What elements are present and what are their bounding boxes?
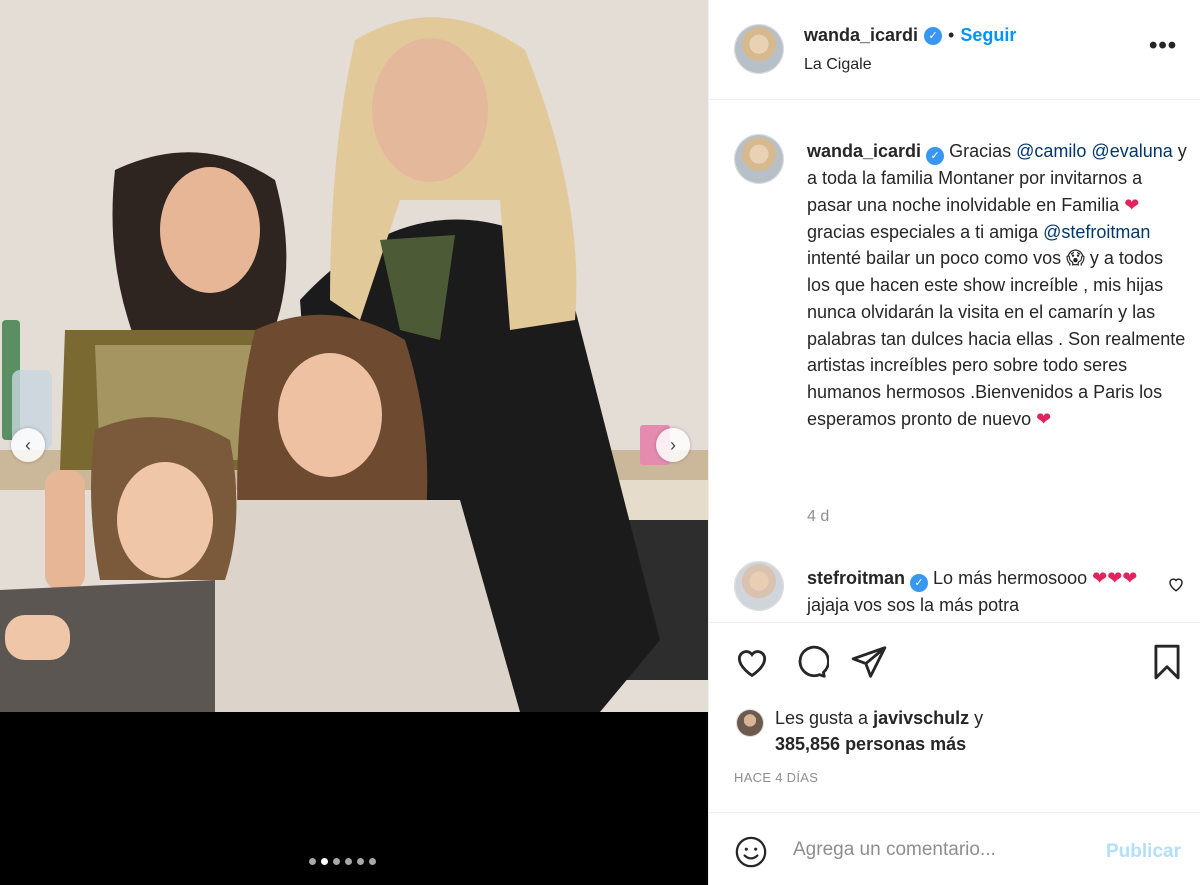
post-header: wanda_icardi ✓ • Seguir La Cigale ••• [709, 0, 1200, 100]
post-caption: wanda_icardi ✓ Gracias @camilo @evaluna … [807, 138, 1187, 432]
chevron-left-icon: ‹ [25, 434, 31, 455]
post-location[interactable]: La Cigale [804, 56, 872, 74]
hearts-emoji: ❤❤❤ [1092, 568, 1138, 588]
likes-suffix: y [969, 708, 984, 728]
previous-photo-button[interactable]: ‹ [11, 428, 45, 462]
caption-timestamp[interactable]: 4 d [807, 508, 829, 526]
mention-link[interactable]: @stefroitman [1043, 222, 1150, 242]
bookmark-icon[interactable] [1148, 643, 1186, 681]
scream-emoji: 😱 [1066, 248, 1085, 269]
heart-icon [1169, 578, 1183, 592]
author-line: wanda_icardi ✓ • Seguir [804, 25, 1016, 46]
action-bar [709, 622, 1200, 704]
verified-badge-icon: ✓ [910, 574, 929, 593]
chevron-right-icon: › [670, 434, 676, 455]
post-photo[interactable]: ‹ › [0, 0, 708, 712]
separator: • [948, 25, 955, 45]
carousel-dot [333, 858, 340, 865]
caption-text: y a todos los que hacen este show increí… [807, 248, 1186, 429]
likes-prefix: Les gusta a [775, 708, 874, 728]
caption-text: gracias especiales a ti amiga [807, 221, 1044, 242]
share-icon[interactable] [850, 643, 888, 681]
photo-illustration [0, 0, 708, 712]
commenter-avatar[interactable] [734, 561, 784, 611]
likes-summary: Les gusta a javivschulz y 385,856 person… [734, 704, 1184, 764]
caption-text: intenté bailar un poco como vos [807, 248, 1067, 269]
comment-like-button[interactable] [1167, 575, 1185, 598]
emoji-icon[interactable] [734, 835, 768, 869]
carousel-dot [309, 858, 316, 865]
caption-author-avatar[interactable] [734, 134, 784, 184]
carousel-dot-active [321, 858, 328, 865]
verified-badge-icon: ✓ [926, 147, 945, 166]
heart-emoji: ❤ [1036, 408, 1052, 429]
liker-avatar[interactable] [736, 709, 764, 737]
commenter-username[interactable]: stefroitman [807, 568, 905, 588]
mention-link[interactable]: @evaluna [1091, 141, 1172, 161]
post-details-panel: wanda_icardi ✓ • Seguir La Cigale ••• wa… [708, 0, 1200, 885]
comment-text: Lo más hermosooo [933, 568, 1093, 588]
comment: stefroitman ✓ Lo más hermosooo ❤❤❤ jajaj… [807, 565, 1147, 619]
add-comment-bar: Publicar [709, 812, 1200, 885]
publish-button[interactable]: Publicar [1106, 841, 1181, 863]
heart-emoji: ❤ [1124, 195, 1140, 216]
next-photo-button[interactable]: › [656, 428, 690, 462]
liker-username[interactable]: javivschulz [873, 708, 969, 728]
comment-text: jajaja vos sos la más potra [807, 595, 1020, 616]
likes-count[interactable]: 385,856 personas más [775, 734, 966, 755]
author-avatar[interactable] [734, 24, 784, 74]
carousel-dot [345, 858, 352, 865]
comment-icon[interactable] [791, 643, 829, 681]
carousel-dot [369, 858, 376, 865]
mention-link[interactable]: @camilo [1016, 141, 1086, 161]
carousel-dot [357, 858, 364, 865]
post-date[interactable]: HACE 4 DÍAS [734, 770, 818, 785]
heart-icon[interactable] [733, 643, 771, 681]
comment-input[interactable] [793, 835, 1093, 865]
post-media: ‹ › [0, 0, 708, 885]
more-options-icon[interactable]: ••• [1149, 32, 1177, 60]
caption-text: Gracias [949, 141, 1017, 161]
caption-username[interactable]: wanda_icardi [807, 141, 921, 161]
likes-text: Les gusta a javivschulz y [775, 708, 983, 729]
carousel-indicator [309, 858, 376, 865]
comments-section: wanda_icardi ✓ Gracias @camilo @evaluna … [709, 101, 1200, 621]
follow-button[interactable]: Seguir [960, 25, 1016, 46]
author-username[interactable]: wanda_icardi [804, 25, 918, 46]
verified-badge-icon: ✓ [924, 26, 943, 45]
